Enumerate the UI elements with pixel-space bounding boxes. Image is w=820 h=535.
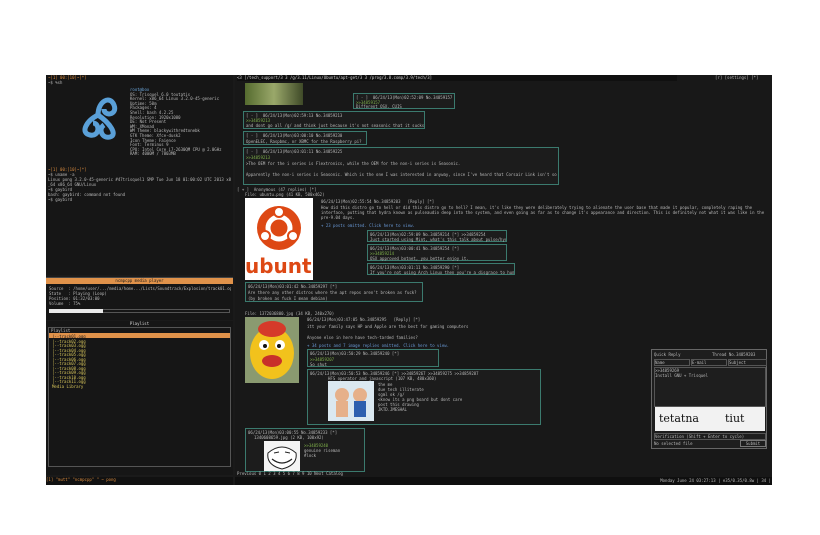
status-right: Monday June 24 03:27:13 | e35/0.35/0.8w … [660, 478, 771, 483]
reply-post: 06/24/13(Mon)03:01:42 No.34859297 [*] Ar… [245, 282, 423, 302]
subject-field[interactable]: Subject [728, 359, 767, 366]
player-header: ncmpcpp media player [46, 278, 233, 284]
browser-settings[interactable]: [r] [settings] [*] [715, 75, 770, 80]
quick-reply-panel[interactable]: Quick Reply Thread No.34859203 Name E-ma… [651, 349, 767, 449]
reply-post: [ - ] 06/24/13(Mon)02:52:09 No.34859157 … [353, 93, 455, 109]
cartoon-avatar-icon[interactable] [245, 317, 299, 383]
terminal-line: ~$ gaybird [48, 197, 73, 202]
post-image-thumbnail[interactable] [245, 83, 303, 105]
player-progress-fill [49, 309, 104, 313]
thread-op-body: itt your family says HP and Apple are th… [307, 324, 469, 329]
quick-reply-title: Quick Reply [654, 352, 681, 357]
captcha-word-a: tetatna [659, 412, 699, 425]
playlist-panel[interactable]: Playlist Playlist |--track01.ogg |--track… [46, 321, 233, 475]
post-text: (by broken as fuck I mean debian) [248, 296, 328, 301]
post-text: Are there any other distros where the ap… [248, 290, 417, 295]
trollface-svg [264, 441, 300, 471]
post-text: OpenELEC, Raspbmc, or XBMC for the Raspb… [246, 139, 362, 144]
email-field[interactable]: E-mail [691, 359, 727, 366]
cartoon-avatar-svg [245, 317, 299, 383]
left-status-bar: [1] "mutt" "ncmpcpp" " ~ pong [46, 477, 233, 485]
thread-op-meta: 06/24/13(Mon)03:47:05 No.34859295 [Reply… [307, 317, 421, 322]
comment-field[interactable]: >>34859269 Install GNU + Trisquel [654, 367, 766, 407]
pagination-nav[interactable]: Previous 0 1 2 3 4 5 6 7 8 9 10 Next Cat… [237, 471, 457, 476]
trollface-thumbnail-icon[interactable] [264, 441, 300, 471]
reply-post: 06/24/13(Mon)03:50:53 No.34859246 [*] >>… [307, 369, 541, 425]
ubuntu-wordmark: ubuntu [245, 255, 313, 277]
ubuntu-logo-icon[interactable]: ubuntu [245, 198, 313, 280]
captcha-word-b: tiut [725, 412, 745, 425]
quick-reply-thread: Thread No.34859203 [712, 352, 756, 357]
terminal-window[interactable]: ~[1] 00:[10]~[*] ~$ %sh root@box OS: Tris… [46, 75, 233, 275]
post-file-info[interactable]: 1340608659.jpg (2 KB, 100x92) [254, 435, 364, 440]
verification-field[interactable]: Verification (Shift + Enter to cycle) [654, 433, 766, 440]
comic-thumbnail-icon[interactable] [328, 381, 374, 421]
captcha-image: tetatna tiut [655, 407, 765, 431]
post-text: Different OSX. CUIS [356, 104, 402, 109]
post-text: Apparently the non-i series is Seasonic.… [246, 172, 558, 177]
thread-file-info[interactable]: File: ubuntu.png (41 KB, 500x462) [245, 192, 445, 197]
terminal-prompt: ~$ %sh [48, 80, 63, 85]
browser-window[interactable]: <3 [/tech_support/3 3 /g/3.11/Linux/Ubun… [235, 75, 772, 485]
omitted-posts-link[interactable]: + 23 posts omitted. Click here to view. [321, 223, 521, 228]
media-library-item[interactable]: Media Library [52, 384, 172, 389]
reply-post: [ - ] 06/24/13(Mon)03:00:10 No.34859230 … [243, 131, 367, 145]
post-meta: [ - ] 06/24/13(Mon)03:00:10 No.34859230 [246, 133, 343, 138]
comic-thumbnail-svg [328, 381, 374, 421]
post-text: and dont go all /g/ and think just becau… [246, 123, 424, 128]
sysinfo-line: RAM: 4000M / 7803MB [130, 151, 176, 157]
browser-tab-bar[interactable]: <3 [/tech_support/3 3 /g/3.11/Linux/Ubun… [237, 75, 677, 81]
reply-post: [ - ] 06/24/13(Mon)02:59:13 No.34859213 … [243, 111, 425, 129]
desktop: ~[1] 00:[10]~[*] ~$ %sh root@box OS: Tris… [46, 75, 772, 485]
post-meta: [ - ] 06/24/13(Mon)03:01:11 No.34859225 [246, 149, 343, 154]
post-quote[interactable]: >>34859213 [246, 155, 556, 160]
post-text: If you're not using Arch Linux then you'… [370, 270, 514, 275]
submit-button[interactable]: Submit [740, 440, 766, 447]
name-field[interactable]: Name [654, 359, 690, 366]
post-text: #lock [304, 453, 317, 458]
reply-post: 06/24/13(Mon)03:00:55 No.34859233 [*] 13… [245, 428, 365, 472]
reply-post: 06/24/13(Mon)03:00:41 No.34859254 [*] >>… [367, 244, 507, 261]
music-player[interactable]: ncmpcpp media player Source : /home/user… [46, 277, 233, 320]
player-volume: Volume : 75% [49, 301, 81, 306]
post-meta: 06/24/13(Mon)03:50:29 No.34859240 [*] [310, 351, 400, 356]
omitted-posts-link[interactable]: + 34 posts and 7 image replies omitted. … [307, 343, 607, 348]
triskelion-logo-icon [82, 97, 118, 140]
post-text: OSX approved botnet, you better enjoy it… [370, 256, 469, 261]
reply-post: [ - ] 06/24/13(Mon)03:01:11 No.34859225 … [243, 147, 559, 185]
post-text: >The OEM for the i series is Flextronics… [246, 161, 461, 166]
post-text: So shut [310, 362, 327, 367]
reply-post: 06/24/13(Mon)03:01:11 No.34859290 [*] If… [367, 263, 515, 275]
post-text: Just started using Mint, what's this tal… [370, 237, 506, 242]
file-field[interactable]: No selected file [654, 441, 734, 446]
thread-op-body-2: Anyone else in here have tech-tarded fam… [307, 335, 418, 340]
post-text-line: JKTD.JMESHAL [378, 407, 407, 412]
thread-file-info[interactable]: File: 1372036800.jpg (34 KB, 240x270) [245, 311, 445, 316]
thread-op-body: How did this distro go to hell or did th… [321, 205, 765, 220]
reply-post: 06/24/13(Mon)02:59:09 No.34859214 [*] >>… [367, 230, 507, 242]
reply-post: 06/24/13(Mon)03:50:29 No.34859240 [*] >>… [307, 349, 439, 367]
thread-op-meta: 06/24/13(Mon)02:55:54 No.34859203 [Reply… [321, 199, 435, 204]
post-meta: 06/24/13(Mon)03:01:42 No.34859297 [*] [248, 284, 338, 289]
browser-status-bar: Monday June 24 03:27:13 | e35/0.35/0.8w … [235, 477, 772, 485]
